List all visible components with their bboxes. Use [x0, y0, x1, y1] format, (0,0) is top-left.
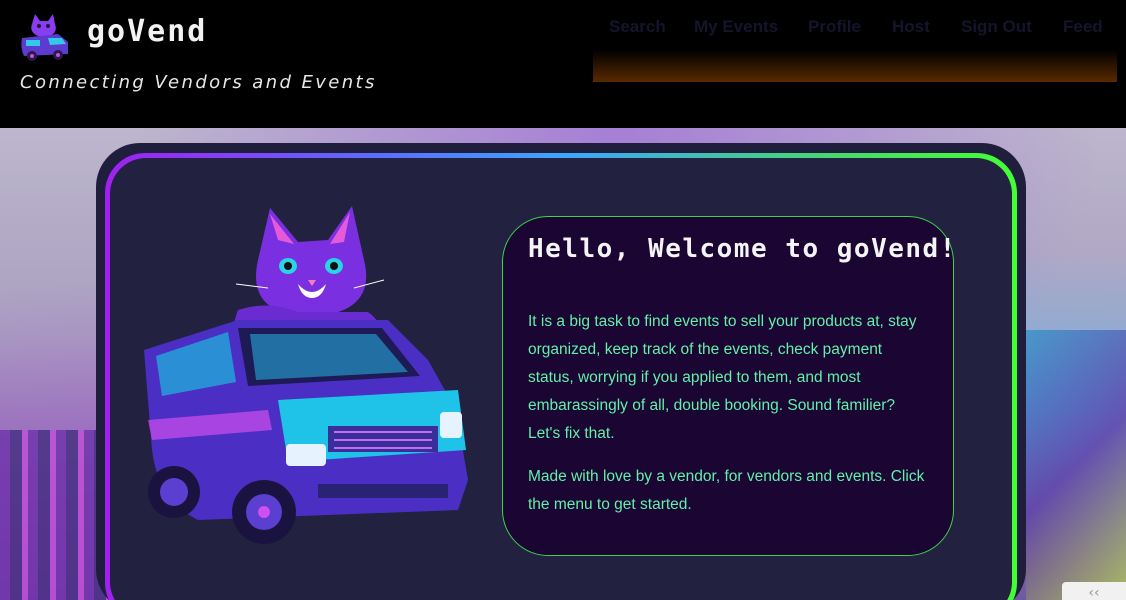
welcome-paragraph-intro: It is a big task to find events to sell … — [528, 313, 917, 442]
background-decor-right — [1026, 330, 1126, 600]
brand-name[interactable]: goVend — [87, 14, 207, 49]
logo-cat-van-icon[interactable] — [18, 10, 72, 62]
nav-sign-out[interactable]: Sign Out — [961, 17, 1032, 37]
hero-cat-van-illustration — [144, 206, 468, 544]
nav-my-events[interactable]: My Events — [694, 17, 778, 37]
nav-host[interactable]: Host — [892, 17, 930, 37]
welcome-paragraph-cta: Made with love by a vendor, for vendors … — [528, 468, 925, 513]
nav-feed[interactable]: Feed — [1063, 17, 1103, 37]
scroll-to-top-button[interactable]: ‹‹ — [1062, 582, 1126, 600]
nav-search[interactable]: Search — [609, 17, 666, 37]
tagline: Connecting Vendors and Events — [20, 72, 377, 93]
nav-profile[interactable]: Profile — [808, 17, 861, 37]
welcome-title: Hello, Welcome to goVend! — [528, 234, 957, 264]
